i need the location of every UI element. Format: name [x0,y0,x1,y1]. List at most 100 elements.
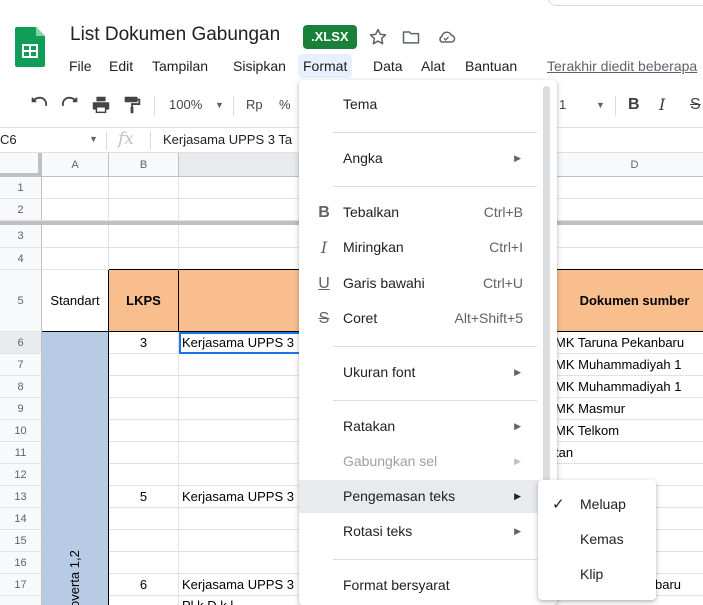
cell[interactable] [109,442,179,464]
wrap-option-meluap[interactable]: ✓ Meluap [538,487,656,522]
cell[interactable] [109,596,179,605]
row-header[interactable]: 8 [0,376,42,398]
menu-item-tebalkan[interactable]: B Tebalkan Ctrl+B [299,196,543,229]
zoom-select[interactable]: 100% [169,94,202,116]
cell[interactable] [109,376,179,398]
row-header[interactable]: 14 [0,508,42,530]
row-header[interactable]: 1 [0,177,42,199]
paint-format-icon[interactable] [121,94,143,116]
strikethrough-button[interactable]: S [690,94,701,116]
menu-alat[interactable]: Alat [416,54,450,78]
row-header[interactable] [0,596,42,605]
menu-data[interactable]: Data [368,54,408,78]
cell[interactable] [109,530,179,552]
row-header[interactable]: 13 [0,486,42,508]
cell-d8[interactable]: MK Muhammadiyah 1 [555,376,703,398]
menu-item-format-bersyarat[interactable]: Format bersyarat [299,569,543,602]
header-cell-dokumen-sumber[interactable]: Dokumen sumber [555,270,703,332]
cell-d9[interactable]: MK Masmur [555,398,703,420]
cell-d10[interactable]: MK Telkom [555,420,703,442]
header-cell-lkps[interactable]: LKPS [109,270,179,332]
menu-item-rotasi-teks[interactable]: Rotasi teks ▶ [299,515,543,548]
cell-b6[interactable]: 3 [109,332,179,354]
cell[interactable] [555,199,703,221]
font-size-dropdown-icon[interactable]: ▼ [596,94,605,116]
menu-item-coret[interactable]: S Coret Alt+Shift+5 [299,302,543,335]
cell[interactable] [109,199,179,221]
cell[interactable] [109,398,179,420]
cell[interactable] [109,464,179,486]
header-cell-standart[interactable]: Standart [42,270,109,332]
cell[interactable] [42,199,109,221]
row-header[interactable]: 2 [0,199,42,221]
cell[interactable] [109,420,179,442]
cell-b17[interactable]: 6 [109,574,179,596]
italic-button[interactable]: I [659,94,665,116]
name-box[interactable]: C6 [0,132,17,147]
wrap-option-kemas[interactable]: Kemas [538,522,656,557]
menu-item-garis-bawahi[interactable]: U Garis bawahi Ctrl+U [299,267,543,300]
cell[interactable] [42,225,109,248]
menu-item-gabungkan-sel[interactable]: Gabungkan sel ▶ [299,445,543,478]
cell[interactable] [109,508,179,530]
menu-sisipkan[interactable]: Sisipkan [228,54,291,78]
cell[interactable] [109,354,179,376]
font-size-field[interactable]: 1 [559,94,566,116]
column-header-d[interactable]: D [555,153,703,177]
cell[interactable] [109,225,179,248]
row-header[interactable]: 15 [0,530,42,552]
menu-item-miringkan[interactable]: I Miringkan Ctrl+I [299,231,543,264]
menu-bantuan[interactable]: Bantuan [460,54,522,78]
row-header[interactable]: 10 [0,420,42,442]
last-edit-link[interactable]: Terakhir diedit beberapa [547,58,697,74]
menu-item-angka[interactable]: Angka ▶ [299,142,543,175]
merged-standart-cell[interactable]: overta 1,2 [42,332,109,605]
menu-scrollbar[interactable] [543,86,550,486]
move-folder-icon[interactable] [401,27,421,47]
name-box-dropdown-icon[interactable]: ▼ [89,134,98,144]
redo-icon[interactable] [59,94,81,116]
cell[interactable] [109,248,179,270]
menu-item-pengemasan-teks[interactable]: Pengemasan teks ▶ [299,480,543,513]
column-header-b[interactable]: B [109,153,179,177]
menu-tampilan[interactable]: Tampilan [147,54,213,78]
zoom-dropdown-icon[interactable]: ▼ [215,94,224,116]
currency-button[interactable]: Rp [246,94,263,116]
row-header[interactable]: 7 [0,354,42,376]
cell-d6[interactable]: MK Taruna Pekanbaru [555,332,703,354]
print-icon[interactable] [90,94,112,116]
row-header[interactable]: 16 [0,552,42,574]
cloud-status-icon[interactable] [435,27,456,47]
percent-button[interactable]: % [279,94,291,116]
menu-file[interactable]: File [64,54,97,78]
star-icon[interactable] [368,27,388,47]
menu-item-ukuran-font[interactable]: Ukuran font ▶ [299,356,543,389]
row-header[interactable]: 6 [0,332,42,354]
cell[interactable] [555,225,703,248]
cell[interactable] [109,552,179,574]
cell-d7[interactable]: MK Muhammadiyah 1 [555,354,703,376]
cell[interactable] [109,177,179,199]
cell[interactable] [555,248,703,270]
document-title[interactable]: List Dokumen Gabungan [70,24,280,46]
row-header[interactable]: 3 [0,225,42,248]
row-header[interactable]: 9 [0,398,42,420]
menu-item-tema[interactable]: Tema [299,88,543,121]
cell[interactable] [42,248,109,270]
formula-input[interactable]: Kerjasama UPPS 3 Ta [163,132,292,147]
cell-d11[interactable]: tan [555,442,703,464]
select-all-corner[interactable] [0,153,42,177]
column-header-a[interactable]: A [42,153,109,177]
row-header[interactable]: 5 [0,270,42,332]
wrap-option-klip[interactable]: Klip [538,557,656,592]
bold-button[interactable]: B [628,94,640,116]
row-header[interactable]: 11 [0,442,42,464]
menu-item-ratakan[interactable]: Ratakan ▶ [299,410,543,443]
cell-b13[interactable]: 5 [109,486,179,508]
row-header[interactable]: 4 [0,248,42,270]
row-header[interactable]: 17 [0,574,42,596]
menu-format[interactable]: Format [298,54,353,78]
undo-icon[interactable] [28,94,50,116]
menu-edit[interactable]: Edit [104,54,138,78]
cell[interactable] [42,177,109,199]
